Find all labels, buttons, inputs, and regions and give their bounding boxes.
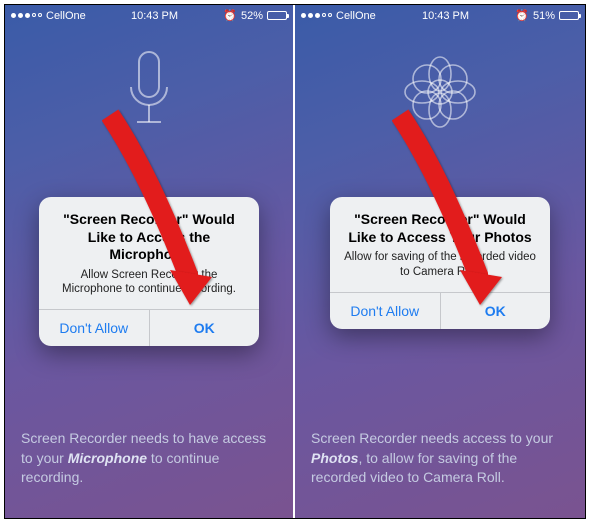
status-bar: CellOne 10:43 PM ⏰ 51% xyxy=(295,5,585,22)
alert-message: Allow Screen Recorder the Microphone to … xyxy=(53,268,245,298)
alert-message: Allow for saving of the recorded video t… xyxy=(344,250,536,280)
comparison-frame: CellOne 10:43 PM ⏰ 52% "Screen Recorder"… xyxy=(4,4,586,519)
signal-icon xyxy=(301,13,332,18)
battery-icon xyxy=(267,11,287,20)
caption-text: Screen Recorder needs to have access to … xyxy=(21,429,277,488)
ok-button[interactable]: OK xyxy=(440,293,551,329)
status-right: ⏰ 51% xyxy=(515,9,579,22)
status-left: CellOne xyxy=(11,10,86,22)
flower-icon xyxy=(395,47,485,137)
permission-alert-microphone: "Screen Recorder" Would Like to Access t… xyxy=(39,197,259,346)
clock-label: 10:43 PM xyxy=(422,10,469,22)
battery-icon xyxy=(559,11,579,20)
battery-pct: 52% xyxy=(241,10,263,22)
caption-emphasis: Photos xyxy=(311,450,358,466)
phone-left: CellOne 10:43 PM ⏰ 52% "Screen Recorder"… xyxy=(5,5,295,518)
caption-emphasis: Microphone xyxy=(68,450,147,466)
dont-allow-button[interactable]: Don't Allow xyxy=(39,310,149,346)
carrier-label: CellOne xyxy=(46,10,86,22)
alarm-icon: ⏰ xyxy=(515,9,529,22)
alert-body: "Screen Recorder" Would Like to Access Y… xyxy=(330,197,550,292)
app-icon-area xyxy=(295,22,585,162)
ok-button[interactable]: OK xyxy=(149,310,260,346)
microphone-icon xyxy=(119,47,179,137)
caption-pre: Screen Recorder needs access to your xyxy=(311,430,553,446)
alert-body: "Screen Recorder" Would Like to Access t… xyxy=(39,197,259,309)
carrier-label: CellOne xyxy=(336,10,376,22)
status-right: ⏰ 52% xyxy=(223,9,287,22)
status-left: CellOne xyxy=(301,10,376,22)
permission-alert-photos: "Screen Recorder" Would Like to Access Y… xyxy=(330,197,550,329)
alert-actions: Don't Allow OK xyxy=(330,292,550,329)
dont-allow-button[interactable]: Don't Allow xyxy=(330,293,440,329)
clock-label: 10:43 PM xyxy=(131,10,178,22)
alert-actions: Don't Allow OK xyxy=(39,309,259,346)
alarm-icon: ⏰ xyxy=(223,9,237,22)
phone-right: CellOne 10:43 PM ⏰ 51% xyxy=(295,5,585,518)
signal-icon xyxy=(11,13,42,18)
alert-title: "Screen Recorder" Would Like to Access Y… xyxy=(344,211,536,246)
battery-pct: 51% xyxy=(533,10,555,22)
caption-text: Screen Recorder needs access to your Pho… xyxy=(311,429,569,488)
status-bar: CellOne 10:43 PM ⏰ 52% xyxy=(5,5,293,22)
app-icon-area xyxy=(5,22,293,162)
alert-title: "Screen Recorder" Would Like to Access t… xyxy=(53,211,245,264)
